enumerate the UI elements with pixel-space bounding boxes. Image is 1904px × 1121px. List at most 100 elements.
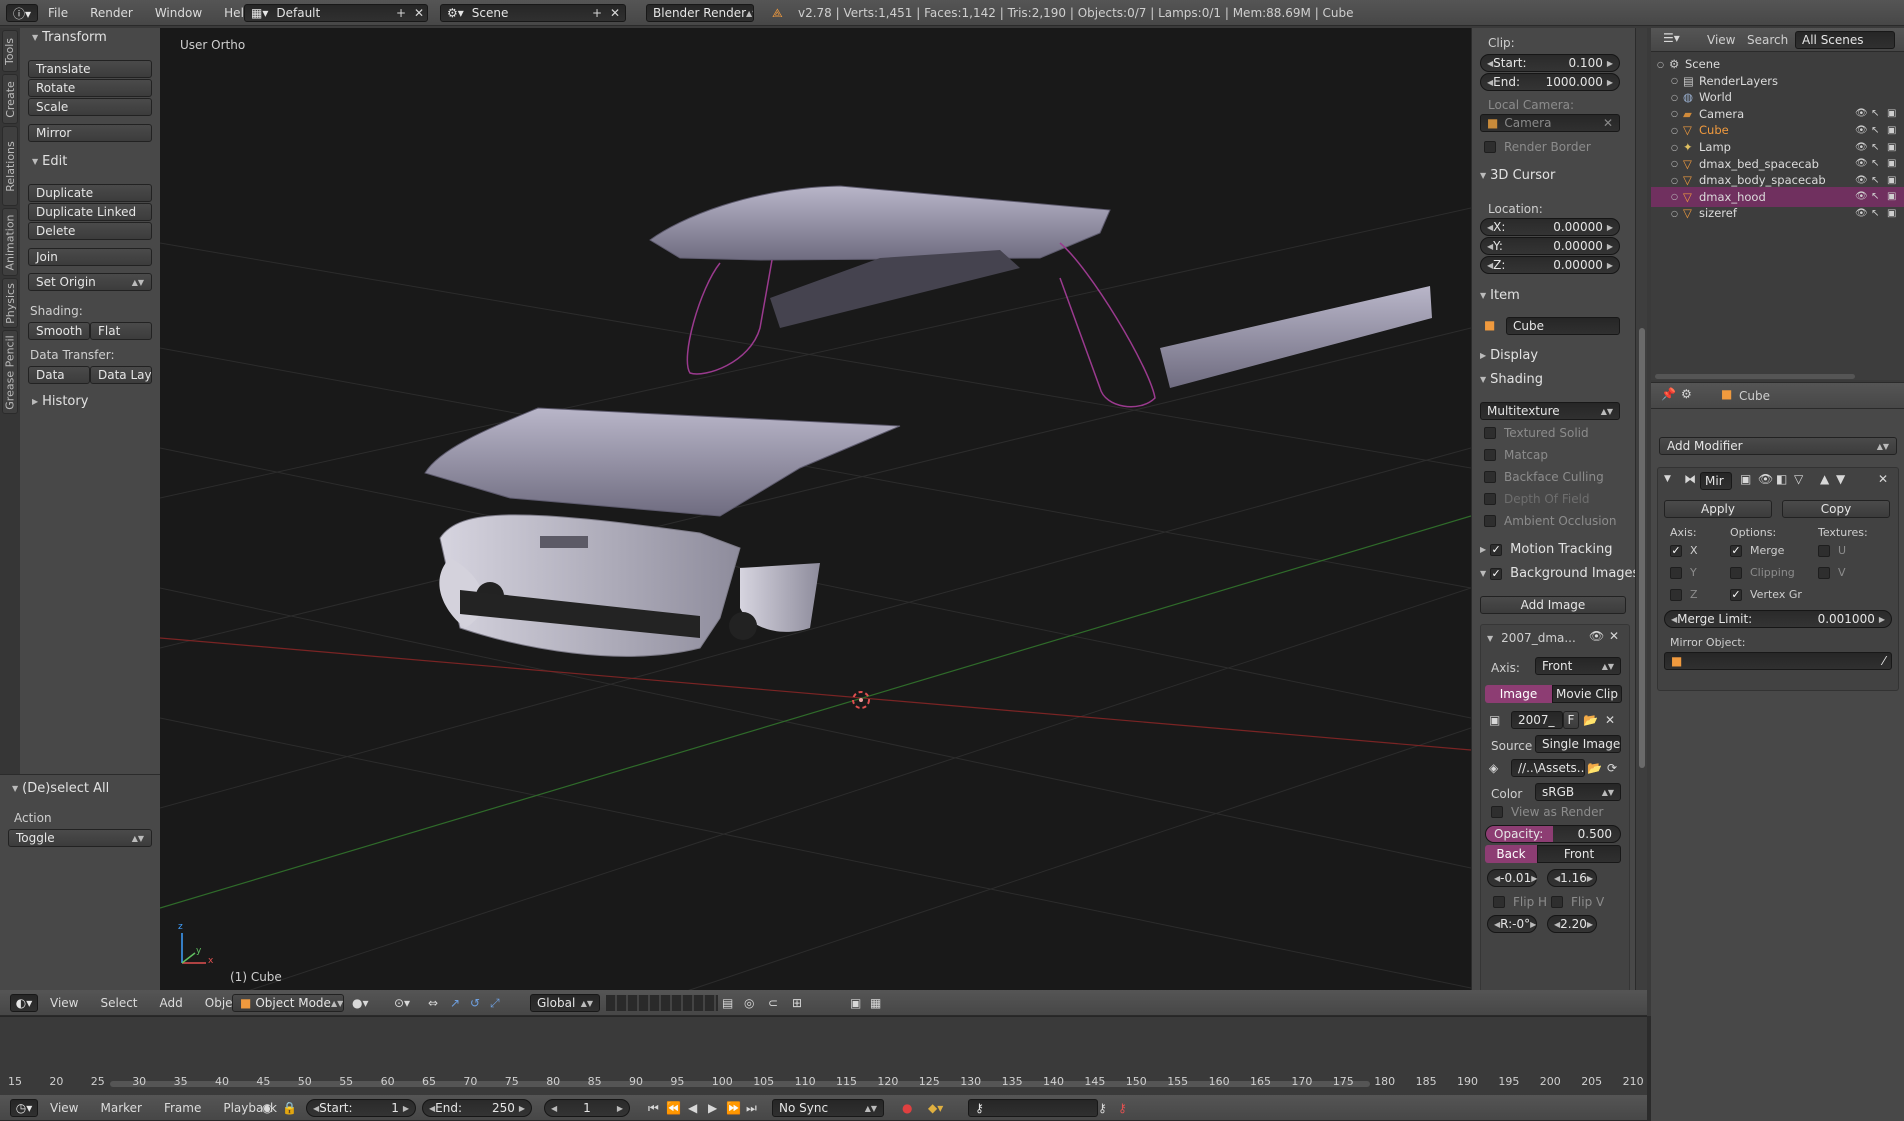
rotation-field[interactable]: ◀ R:-0° ▶ [1487,915,1537,933]
flip-v-checkbox[interactable]: Flip V [1551,895,1604,909]
collapse-modifier-icon[interactable]: ▼ [1664,474,1671,484]
render-modifier-icon[interactable]: ▣ [1740,472,1751,486]
render-icon[interactable]: ▣ [1887,108,1896,119]
sync-mode-dropdown[interactable]: No Sync ▲▼ [772,1099,884,1117]
cursor-icon[interactable]: ↖ [1871,191,1879,202]
browse-file-icon[interactable]: 📂 [1587,761,1602,775]
snap-element-icon[interactable]: ⊞ [792,994,802,1012]
expand-dot-icon[interactable]: ○ [1671,176,1678,185]
timeline[interactable]: 15 20 25 30 35 40 45 50 55 60 65 70 75 80 85 90 95 100 105… [0,1016,1647,1095]
render-icon[interactable]: ▣ [1887,191,1896,202]
eye-icon[interactable]: 👁 [1855,142,1868,153]
movie-clip-tab[interactable]: Movie Clip [1552,685,1622,703]
offset-y-field[interactable]: ◀ 1.16 ▶ [1547,869,1597,887]
viewport-editor-type-button[interactable]: ◐▾ [10,994,38,1012]
apply-button[interactable]: Apply [1664,500,1772,518]
expand-dot-icon[interactable]: ○ [1671,209,1678,218]
image-browse-icon[interactable]: ▣ [1489,713,1500,727]
delete-keyframe-icon[interactable]: ⚷ [1118,1099,1127,1117]
item-name-field[interactable]: Cube [1506,317,1620,335]
panel-edit-header[interactable]: ▼ Edit [32,154,67,169]
eye-icon[interactable]: 👁 [1855,158,1868,169]
context-icon[interactable]: ⚙ [1681,387,1692,401]
panel-transform-header[interactable]: ▼ Transform [32,30,107,45]
3d-viewport[interactable]: User Ortho (1) Cube x y z [160,28,1471,1000]
textured-solid-checkbox[interactable]: Textured Solid [1484,426,1589,440]
texture-v-checkbox[interactable]: V [1818,566,1846,579]
tab-create[interactable]: Create [2,74,18,124]
properties-scrollbar[interactable] [1635,28,1647,1000]
expand-dot-icon[interactable]: ○ [1671,159,1678,168]
scale-button[interactable]: Scale [28,98,152,116]
remove-modifier-icon[interactable]: ✕ [1878,472,1888,486]
timeline-menu-view[interactable]: View [50,1101,78,1115]
fake-user-button[interactable]: F [1563,711,1579,729]
clip-start-field[interactable]: ◀ Start: 0.100 ▶ [1480,54,1620,72]
active-keying-set-field[interactable]: ⚷ [968,1099,1098,1117]
clipping-checkbox[interactable]: Clipping [1730,566,1795,579]
axis-x-checkbox[interactable]: ✓ X [1670,544,1698,557]
eye-icon[interactable]: 👁 [1855,191,1868,202]
rotate-manipulator-icon[interactable]: ↺ [470,994,480,1012]
rotate-button[interactable]: Rotate [28,79,152,97]
cursor-y-field[interactable]: ◀ Y: 0.00000 ▶ [1480,237,1620,255]
move-up-icon[interactable]: ▲ [1820,472,1829,486]
tab-physics[interactable]: Physics [2,278,18,328]
record-icon[interactable]: ● [902,1099,912,1117]
panel-display-header[interactable]: ▶ Display [1480,348,1538,363]
tab-grease-pencil[interactable]: Grease Pencil [2,330,18,414]
panel-3d-cursor-header[interactable]: ▼ 3D Cursor [1480,168,1555,183]
viewport-menu-add[interactable]: Add [160,996,183,1010]
translate-button[interactable]: Translate [28,60,152,78]
expand-dot-icon[interactable]: ○ [1671,126,1678,135]
shading-mode-dropdown[interactable]: Multitexture ▲▼ [1480,402,1620,420]
offset-x-field[interactable]: ◀ -0.01 ▶ [1487,869,1537,887]
clip-end-field[interactable]: ◀ End: 1000.000 ▶ [1480,73,1620,91]
render-icon[interactable]: ▣ [1887,142,1896,153]
backface-culling-checkbox[interactable]: Backface Culling [1484,470,1604,484]
expand-dot-icon[interactable]: ○ [1671,76,1678,85]
translate-manipulator-icon[interactable]: ↗ [450,994,460,1012]
merge-limit-field[interactable]: ◀ Merge Limit: 0.001000 ▶ [1664,610,1892,628]
add-image-button[interactable]: Add Image [1480,596,1626,614]
cursor-icon[interactable]: ↖ [1871,125,1879,136]
panel-background-images-header[interactable]: ▼ ✓ Background Images [1480,566,1639,581]
size-field[interactable]: ◀ 2.20 ▶ [1547,915,1597,933]
cursor-icon[interactable]: ↖ [1871,142,1879,153]
outliner-item[interactable]: ○ ▽ sizeref 👁 ↖ ▣ [1651,203,1904,223]
lock-range-icon[interactable]: 🔒 [282,1099,297,1117]
panel-item-header[interactable]: ▼ Item [1480,288,1520,303]
pivot-point-icon[interactable]: ⊙▾ [394,994,410,1012]
ambient-occlusion-checkbox[interactable]: Ambient Occlusion [1484,514,1616,528]
close-layout-icon[interactable]: ✕ [414,4,424,22]
panel-history-header[interactable]: ▶ History [32,394,88,409]
reload-icon[interactable]: ⟳ [1607,761,1617,775]
transform-orientation-dropdown[interactable]: Global ▲▼ [530,994,600,1012]
cage-modifier-icon[interactable]: ▽ [1794,472,1803,486]
cursor-z-field[interactable]: ◀ Z: 0.00000 ▶ [1480,256,1620,274]
unlink-image-icon[interactable]: ✕ [1605,713,1615,727]
viewport-menu-select[interactable]: Select [100,996,137,1010]
lock-layers-icon[interactable]: ▤ [722,994,733,1012]
duplicate-linked-button[interactable]: Duplicate Linked [28,203,152,221]
texture-u-checkbox[interactable]: U [1818,544,1846,557]
jump-end-icon[interactable]: ⏭ [746,1099,757,1117]
preview-range-icon[interactable]: ◉ [262,1099,272,1117]
add-scene-icon[interactable]: + [592,4,602,22]
cursor-icon[interactable]: ↖ [1871,158,1879,169]
data-transfer-button[interactable]: Data [28,366,90,384]
eye-icon[interactable]: 👁 [1589,629,1604,643]
render-icon[interactable]: ▣ [1887,158,1896,169]
eye-icon[interactable]: 👁 [1855,125,1868,136]
outliner-scrollbar[interactable] [1655,374,1855,379]
tab-relations[interactable]: Relations [2,126,18,206]
timeline-menu-frame[interactable]: Frame [164,1101,201,1115]
set-origin-dropdown[interactable]: Set Origin ▲▼ [28,273,152,291]
menu-window[interactable]: Window [155,6,202,20]
outliner-display-mode[interactable]: All Scenes [1795,31,1895,49]
start-frame-field[interactable]: ◀ Start: 1 ▶ [306,1099,416,1117]
back-toggle[interactable]: Back [1485,845,1537,863]
manipulator-toggle-icon[interactable]: ⇔ [428,994,438,1012]
copy-button[interactable]: Copy [1782,500,1890,518]
render-border-checkbox[interactable]: Render Border [1484,140,1591,154]
